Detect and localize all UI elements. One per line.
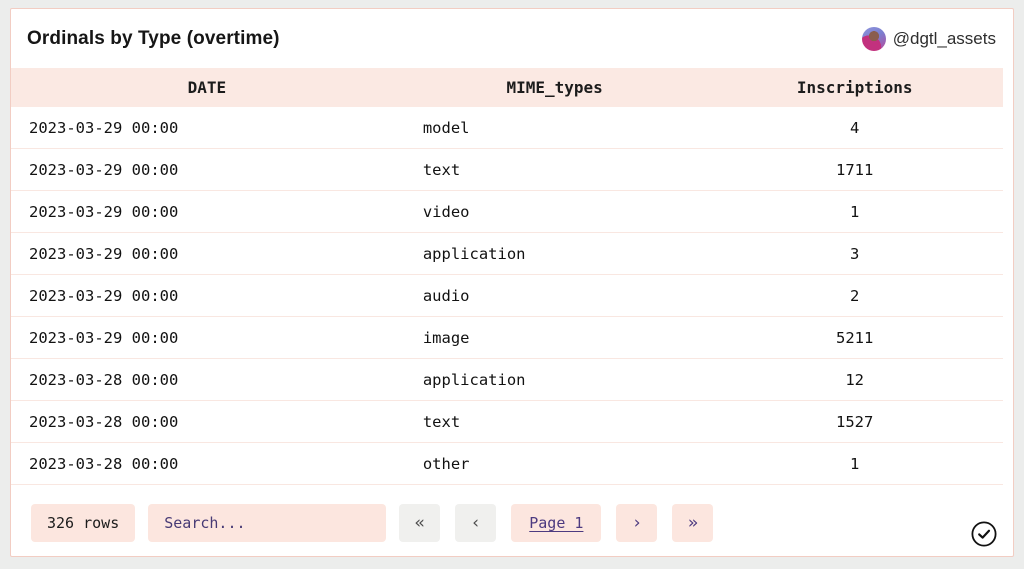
table-row: 2023-03-29 00:00 image 5211 [11,317,1003,359]
data-table: DATE MIME_types Inscriptions 2023-03-29 … [11,68,1003,485]
table-widget-card: Ordinals by Type (overtime) @dgtl_assets… [10,8,1014,557]
cell-inscriptions: 1 [850,454,860,473]
cell-inscriptions: 1 [850,202,860,221]
cell-date: 2023-03-29 00:00 [29,328,179,347]
cell-inscriptions: 1711 [836,160,874,179]
cell-mime-type: audio [422,286,470,305]
cell-inscriptions: 3 [850,244,860,263]
page-indicator[interactable]: Page 1 [511,504,602,542]
cell-date: 2023-03-29 00:00 [29,244,179,263]
cell-date: 2023-03-29 00:00 [29,202,179,221]
author-link[interactable]: @dgtl_assets [861,26,996,51]
cell-inscriptions: 12 [845,370,864,389]
cell-date: 2023-03-29 00:00 [29,160,179,179]
table-row: 2023-03-29 00:00 video 1 [11,191,1003,233]
last-page-button[interactable]: » [672,504,714,542]
cell-mime-type: application [422,244,526,263]
cell-inscriptions: 4 [850,118,860,137]
cell-mime-type: text [422,412,461,431]
first-page-button[interactable]: « [399,504,441,542]
cell-inscriptions: 1527 [836,412,874,431]
table-row: 2023-03-29 00:00 audio 2 [11,275,1003,317]
query-success-check-icon [971,521,997,547]
cell-mime-type: video [422,202,470,221]
widget-titlebar: Ordinals by Type (overtime) @dgtl_assets [11,9,1013,68]
avatar[interactable] [861,26,886,51]
table-row: 2023-03-28 00:00 application 12 [11,359,1003,401]
search-input[interactable] [148,504,387,542]
cell-mime-type: text [422,160,461,179]
cell-date: 2023-03-29 00:00 [29,118,179,137]
table-row: 2023-03-29 00:00 application 3 [11,233,1003,275]
cell-mime-type: model [422,118,470,137]
cell-inscriptions: 2 [850,286,860,305]
cell-date: 2023-03-28 00:00 [29,454,179,473]
table-row: 2023-03-29 00:00 text 1711 [11,149,1003,191]
table-row: 2023-03-28 00:00 other 1 [11,443,1003,485]
prev-page-button[interactable]: ‹ [455,504,497,542]
cell-date: 2023-03-28 00:00 [29,370,179,389]
column-header-inscriptions: Inscriptions [796,78,913,97]
row-count-badge: 326 rows [31,504,136,542]
cell-date: 2023-03-29 00:00 [29,286,179,305]
cell-date: 2023-03-28 00:00 [29,412,179,431]
table-row: 2023-03-29 00:00 model 4 [11,107,1003,149]
table-row: 2023-03-28 00:00 text 1527 [11,401,1003,443]
author-handle: @dgtl_assets [892,28,996,48]
table-header-row: DATE MIME_types Inscriptions [11,68,1003,107]
table-footer: 326 rows « ‹ Page 1 › » [31,504,728,542]
page-title: Ordinals by Type (overtime) [27,27,280,49]
cell-mime-type: image [422,328,470,347]
cell-mime-type: application [422,370,526,389]
cell-mime-type: other [422,454,470,473]
column-header-mime-types: MIME_types [506,78,603,97]
next-page-button[interactable]: › [616,504,658,542]
column-header-date: DATE [187,78,227,97]
cell-inscriptions: 5211 [836,328,874,347]
